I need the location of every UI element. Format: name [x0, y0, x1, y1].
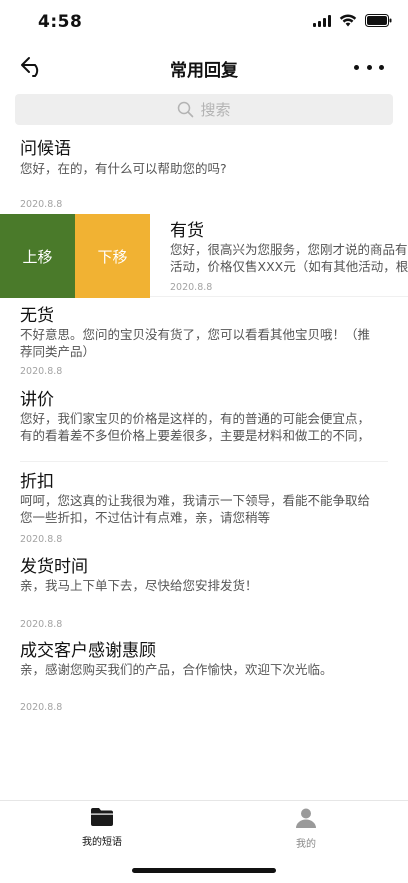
reply-title: 问候语 — [20, 139, 71, 159]
reply-date: 2020.8.8 — [20, 534, 63, 545]
reply-body-line: 有的看着差不多但价格上要差很多，主要是材料和做工的不同， — [20, 428, 371, 443]
status-icons — [313, 14, 392, 27]
reply-body-line: 您好，我们家宝贝的价格是这样的，有的普通的可能会便宜点， — [20, 411, 371, 426]
reply-date: 2020.8.8 — [170, 282, 213, 293]
reply-date: 2020.8.8 — [20, 199, 63, 210]
list-item[interactable]: 问候语 您好，在的，有什么可以帮助您的吗? 2020.8.8 — [0, 132, 408, 214]
search-icon — [178, 101, 194, 118]
list-item[interactable]: 折扣 呵呵，您这真的让我很为难，我请示一下领导，看能不能争取给 您一些折扣，不过… — [0, 464, 408, 548]
reply-body-line: 您好，在的，有什么可以帮助您的吗? — [20, 161, 227, 176]
reply-title: 无货 — [20, 306, 54, 326]
more-button[interactable] — [354, 56, 384, 78]
signal-icon — [313, 14, 331, 27]
reply-body-line: 亲，我马上下单下去，尽快给您安排发货！ — [20, 578, 258, 593]
reply-body-line: 活动，价格仅售XXX元（如有其他活动，根 — [170, 259, 408, 274]
more-dot-icon — [354, 64, 359, 70]
reply-body: 亲，感谢您购买我们的产品，合作愉快，欢迎下次光临。 — [20, 661, 390, 678]
reply-body: 您好，很高兴为您服务，您刚才说的商品有 活动，价格仅售XXX元（如有其他活动，根 — [170, 241, 408, 275]
reply-body: 亲，我马上下单下去，尽快给您安排发货！ — [20, 577, 390, 594]
battery-icon — [365, 14, 392, 27]
reply-title: 发货时间 — [20, 557, 88, 577]
list-item[interactable]: 无货 不好意思。您问的宝贝没有货了，您可以看看其他宝贝哦！（推 荐同类产品） 2… — [0, 298, 408, 380]
move-up-button[interactable]: 上移 — [0, 214, 75, 298]
reply-body: 不好意思。您问的宝贝没有货了，您可以看看其他宝贝哦！（推 荐同类产品） — [20, 326, 390, 360]
nav-bar: 常用回复 — [0, 44, 408, 90]
status-bar: 4:58 — [0, 0, 408, 44]
folder-icon — [91, 808, 113, 826]
reply-body-line: 呵呵，您这真的让我很为难，我请示一下领导，看能不能争取给 — [20, 493, 371, 508]
divider — [20, 461, 388, 462]
reply-body-line: 您一些折扣，不过估计有点难，亲，请您稍等 — [20, 510, 271, 525]
move-down-button[interactable]: 下移 — [75, 214, 150, 298]
reply-title: 折扣 — [20, 472, 54, 492]
reply-body-line: 不好意思。您问的宝贝没有货了，您可以看看其他宝贝哦！（推 — [20, 327, 371, 342]
reply-body-line: 荐同类产品） — [20, 344, 96, 359]
home-indicator — [132, 868, 276, 873]
more-dot-icon — [379, 64, 384, 70]
status-time: 4:58 — [38, 12, 83, 32]
tab-label: 我的 — [296, 839, 316, 850]
wifi-icon — [339, 14, 357, 27]
reply-title: 有货 — [170, 221, 204, 241]
tab-my-phrases[interactable]: 我的短语 — [52, 807, 152, 848]
reply-title: 讲价 — [20, 390, 54, 410]
divider — [150, 296, 408, 297]
tab-label: 我的短语 — [82, 837, 122, 848]
reply-body-line: 您好，很高兴为您服务，您刚才说的商品有 — [170, 242, 408, 257]
list-item[interactable]: 讲价 您好，我们家宝贝的价格是这样的，有的普通的可能会便宜点， 有的看着差不多但… — [0, 382, 408, 462]
reply-body: 您好，在的，有什么可以帮助您的吗? — [20, 160, 390, 177]
reply-body-line: 亲，感谢您购买我们的产品，合作愉快，欢迎下次光临。 — [20, 662, 333, 677]
page-title: 常用回复 — [170, 61, 238, 81]
tab-mine[interactable]: 我的 — [256, 807, 356, 850]
search-placeholder: 搜索 — [200, 101, 231, 119]
more-dot-icon — [366, 64, 372, 70]
person-icon — [296, 808, 316, 828]
list-item[interactable]: 成交客户感谢惠顾 亲，感谢您购买我们的产品，合作愉快，欢迎下次光临。 2020.… — [0, 634, 408, 718]
reply-body: 呵呵，您这真的让我很为难，我请示一下领导，看能不能争取给 您一些折扣，不过估计有… — [20, 492, 390, 526]
reply-title: 成交客户感谢惠顾 — [20, 641, 156, 661]
reply-date: 2020.8.8 — [20, 702, 63, 713]
list-item-swiped[interactable]: 上移 下移 有货 您好，很高兴为您服务，您刚才说的商品有 活动，价格仅售XXX元… — [0, 214, 408, 298]
reply-body: 您好，我们家宝贝的价格是这样的，有的普通的可能会便宜点， 有的看着差不多但价格上… — [20, 410, 408, 444]
reply-date: 2020.8.8 — [20, 366, 63, 377]
search-input[interactable]: 搜索 — [15, 94, 393, 125]
list-item[interactable]: 发货时间 亲，我马上下单下去，尽快给您安排发货！ 2020.8.8 — [0, 550, 408, 630]
reply-date: 2020.8.8 — [20, 619, 63, 630]
